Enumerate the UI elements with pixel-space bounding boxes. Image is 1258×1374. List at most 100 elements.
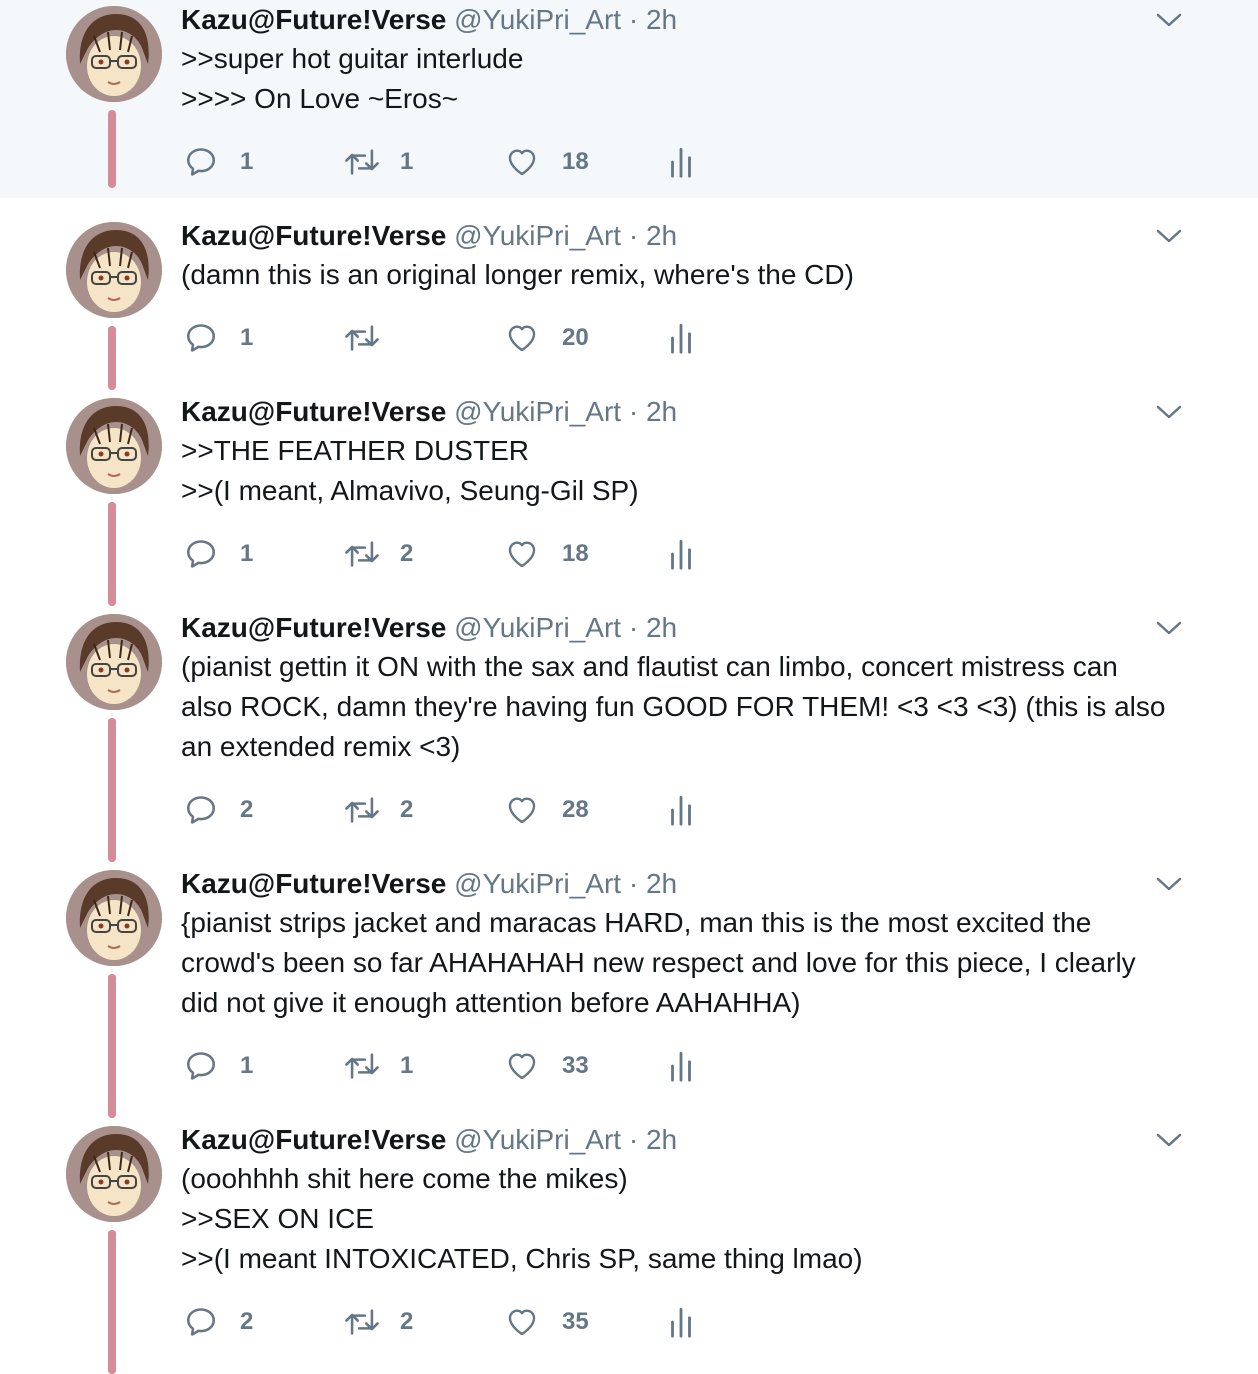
analytics-button[interactable] (668, 790, 708, 830)
separator-dot: · (628, 4, 639, 35)
retweet-count: 1 (400, 148, 414, 175)
reply-count: 2 (240, 1308, 254, 1335)
tweet-actions: 1 1 33 (184, 1046, 724, 1086)
like-count: 35 (562, 1308, 589, 1335)
display-name[interactable]: Kazu@Future!Verse (181, 396, 446, 427)
tweet-text-line: >>(I meant, Almavivo, Seung-Gil SP) (181, 475, 639, 506)
user-handle[interactable]: @YukiPri_Art (454, 1124, 621, 1155)
tweet-text-line: crowd's been so far AHAHAHAH new respect… (181, 947, 1136, 978)
reply-button[interactable]: 1 (184, 1046, 264, 1086)
user-handle[interactable]: @YukiPri_Art (454, 396, 621, 427)
avatar[interactable] (66, 1126, 162, 1222)
retweet-button[interactable]: 1 (342, 1046, 432, 1086)
retweet-count: 1 (400, 1052, 414, 1079)
like-count: 20 (562, 324, 589, 351)
tweet-text: {pianist strips jacket and maracas HARD,… (181, 903, 1181, 1023)
reply-button[interactable]: 1 (184, 142, 264, 182)
tweet-actions: 2 2 35 (184, 1302, 724, 1342)
tweet-text-line: also ROCK, damn they're having fun GOOD … (181, 691, 1166, 722)
tweet-text-line: {pianist strips jacket and maracas HARD,… (181, 907, 1092, 938)
analytics-button[interactable] (668, 1046, 708, 1086)
chevron-down-icon[interactable] (1154, 402, 1184, 422)
tweet-header: Kazu@Future!Verse @YukiPri_Art · 2h (181, 1123, 677, 1157)
avatar[interactable] (66, 222, 162, 318)
reply-count: 1 (240, 540, 254, 567)
chevron-down-icon[interactable] (1154, 874, 1184, 894)
tweet-text-line: >>THE FEATHER DUSTER (181, 435, 529, 466)
tweet-header: Kazu@Future!Verse @YukiPri_Art · 2h (181, 219, 677, 253)
timestamp[interactable]: 2h (646, 4, 677, 35)
chevron-down-icon[interactable] (1154, 1130, 1184, 1150)
like-button[interactable]: 18 (504, 534, 604, 574)
timestamp[interactable]: 2h (646, 1124, 677, 1155)
display-name[interactable]: Kazu@Future!Verse (181, 612, 446, 643)
timestamp[interactable]: 2h (646, 220, 677, 251)
avatar[interactable] (66, 6, 162, 102)
analytics-button[interactable] (668, 1302, 708, 1342)
display-name[interactable]: Kazu@Future!Verse (181, 868, 446, 899)
chevron-down-icon[interactable] (1154, 618, 1184, 638)
separator-dot: · (628, 220, 639, 251)
retweet-count: 2 (400, 1308, 414, 1335)
analytics-button[interactable] (668, 142, 708, 182)
timestamp[interactable]: 2h (646, 868, 677, 899)
reply-button[interactable]: 1 (184, 534, 264, 574)
retweet-button[interactable] (342, 318, 432, 358)
retweet-button[interactable]: 1 (342, 142, 432, 182)
separator-dot: · (628, 396, 639, 427)
retweet-button[interactable]: 2 (342, 1302, 432, 1342)
like-button[interactable]: 18 (504, 142, 604, 182)
timestamp[interactable]: 2h (646, 396, 677, 427)
like-button[interactable]: 28 (504, 790, 604, 830)
tweet-text-line: >>>> On Love ~Eros~ (181, 83, 459, 114)
user-handle[interactable]: @YukiPri_Art (454, 220, 621, 251)
user-handle[interactable]: @YukiPri_Art (454, 612, 621, 643)
like-count: 33 (562, 1052, 589, 1079)
thread-connector-line (108, 974, 116, 1118)
tweet-text: (damn this is an original longer remix, … (181, 255, 1181, 295)
like-button[interactable]: 20 (504, 318, 604, 358)
tweet-header: Kazu@Future!Verse @YukiPri_Art · 2h (181, 611, 677, 645)
reply-button[interactable]: 1 (184, 318, 264, 358)
tweet-text-line: did not give it enough attention before … (181, 987, 801, 1018)
reply-count: 1 (240, 1052, 254, 1079)
display-name[interactable]: Kazu@Future!Verse (181, 1124, 446, 1155)
tweet-header: Kazu@Future!Verse @YukiPri_Art · 2h (181, 3, 677, 37)
avatar[interactable] (66, 870, 162, 966)
tweet-actions: 1 2 18 (184, 534, 724, 574)
tweet-text-line: (pianist gettin it ON with the sax and f… (181, 651, 1118, 682)
retweet-button[interactable]: 2 (342, 534, 432, 574)
analytics-button[interactable] (668, 534, 708, 574)
tweet-text-line: an extended remix <3) (181, 731, 461, 762)
tweet-text-line: >>(I meant INTOXICATED, Chris SP, same t… (181, 1243, 863, 1274)
thread-connector-line (108, 110, 116, 188)
chevron-down-icon[interactable] (1154, 10, 1184, 30)
thread-connector-line (108, 1230, 116, 1374)
display-name[interactable]: Kazu@Future!Verse (181, 4, 446, 35)
like-button[interactable]: 35 (504, 1302, 604, 1342)
tweet-text-line: >>super hot guitar interlude (181, 43, 524, 74)
avatar[interactable] (66, 398, 162, 494)
avatar[interactable] (66, 614, 162, 710)
thread-connector-line (108, 326, 116, 390)
retweet-button[interactable]: 2 (342, 790, 432, 830)
reply-count: 2 (240, 796, 254, 823)
tweet-text-line: (damn this is an original longer remix, … (181, 259, 854, 290)
chevron-down-icon[interactable] (1154, 226, 1184, 246)
analytics-button[interactable] (668, 318, 708, 358)
tweet-header: Kazu@Future!Verse @YukiPri_Art · 2h (181, 395, 677, 429)
tweet-text-line: (ooohhhh shit here come the mikes) (181, 1163, 628, 1194)
user-handle[interactable]: @YukiPri_Art (454, 868, 621, 899)
like-button[interactable]: 33 (504, 1046, 604, 1086)
separator-dot: · (628, 612, 639, 643)
reply-button[interactable]: 2 (184, 1302, 264, 1342)
reply-button[interactable]: 2 (184, 790, 264, 830)
display-name[interactable]: Kazu@Future!Verse (181, 220, 446, 251)
thread-connector-line (108, 502, 116, 606)
separator-dot: · (628, 1124, 639, 1155)
tweet-actions: 1 20 (184, 318, 724, 358)
timestamp[interactable]: 2h (646, 612, 677, 643)
tweet-text: (pianist gettin it ON with the sax and f… (181, 647, 1181, 767)
user-handle[interactable]: @YukiPri_Art (454, 4, 621, 35)
tweet-actions: 2 2 28 (184, 790, 724, 830)
